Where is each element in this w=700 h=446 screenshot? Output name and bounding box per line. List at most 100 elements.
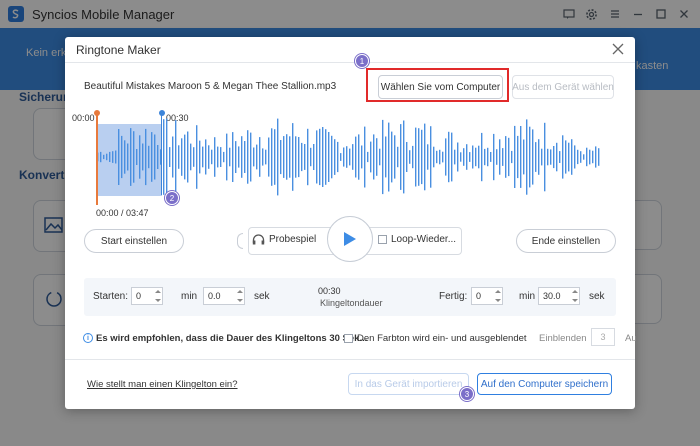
waveform-bar (361, 145, 363, 169)
dialog-title: Ringtone Maker (76, 43, 161, 57)
waveform-bar (508, 137, 510, 177)
waveform-bar (427, 144, 429, 170)
step-badge-2: 2 (165, 191, 179, 205)
info-row: i Es wird empfohlen, dass die Dauer des … (83, 328, 637, 347)
save-to-computer-button[interactable]: Auf den Computer speichern (477, 373, 612, 395)
play-button[interactable] (327, 216, 373, 262)
fade-in-label: Einblenden (539, 333, 587, 344)
waveform-bar (100, 151, 102, 163)
waveform-bar (421, 129, 423, 185)
waveform-bar (139, 135, 141, 179)
waveform-bar (475, 147, 477, 167)
control-edge (237, 233, 243, 249)
waveform-bar (391, 131, 393, 183)
waveform-bar (556, 142, 558, 172)
start-marker-cap[interactable] (94, 110, 100, 116)
loop-toggle[interactable]: Loop-Wieder... (378, 234, 456, 245)
choose-from-computer-button[interactable]: Wählen Sie vom Computer (378, 75, 503, 99)
waveform-bar (181, 138, 183, 176)
end-min-stepper[interactable] (495, 290, 501, 302)
set-end-button[interactable]: Ende einstellen (516, 229, 616, 253)
preview-label: Probespiel (269, 234, 317, 245)
waveform-bar (211, 149, 213, 165)
waveform-bar (274, 129, 276, 185)
waveform-bar (553, 146, 555, 169)
preview-play-control[interactable]: Probespiel (252, 234, 316, 245)
end-marker-cap[interactable] (159, 110, 165, 116)
end-sec-input[interactable]: 30.0 (538, 287, 580, 305)
waveform-bar (220, 147, 222, 167)
import-to-device-button[interactable]: In das Gerät importieren (348, 373, 469, 395)
waveform-bar (376, 138, 378, 176)
waveform-bar (118, 129, 120, 185)
waveform-bar (406, 142, 408, 172)
waveform-bar (259, 137, 261, 177)
waveform-bar (382, 119, 384, 195)
step-badge-1: 1 (355, 54, 369, 68)
waveform-bar (571, 139, 573, 175)
start-min-unit: min (181, 291, 198, 302)
waveform-bar (238, 146, 240, 168)
waveform-bar (205, 139, 207, 175)
waveform-bar (487, 147, 489, 167)
start-min-stepper[interactable] (155, 290, 161, 302)
waveform-bar (112, 151, 114, 163)
waveform-bar (529, 126, 531, 188)
waveform-bar (499, 139, 501, 175)
end-marker-handle[interactable] (161, 115, 162, 195)
waveform-bar (325, 129, 327, 185)
waveform-bar (457, 142, 459, 172)
waveform-bar (400, 124, 402, 190)
waveform-bar (592, 150, 594, 164)
audio-waveform[interactable] (93, 117, 605, 197)
end-min-input[interactable]: 0 (471, 287, 503, 305)
waveform-bar (460, 152, 462, 162)
start-min-input[interactable]: 0 (131, 287, 163, 305)
start-sec-stepper[interactable] (237, 290, 243, 302)
end-sec-stepper[interactable] (572, 290, 578, 302)
waveform-bar (103, 154, 105, 160)
waveform-bar (331, 135, 333, 179)
waveform-bar (346, 146, 348, 168)
waveform-bar (586, 147, 588, 167)
fade-in-input[interactable]: 3 (591, 328, 615, 346)
help-link[interactable]: Wie stellt man einen Klingelton ein? (87, 379, 238, 390)
loop-checkbox[interactable] (378, 235, 387, 244)
waveform-bar (127, 143, 129, 171)
end-sec-value: 30.0 (543, 291, 561, 301)
waveform-bar (295, 136, 297, 178)
start-min-value: 0 (136, 291, 142, 301)
start-marker-handle[interactable] (96, 115, 98, 205)
waveform-bar (535, 142, 537, 172)
waveform-bar (208, 145, 210, 169)
waveform-bar (583, 154, 585, 160)
waveform-bar (328, 132, 330, 182)
start-sec-value: 0.0 (208, 291, 221, 301)
set-start-button[interactable]: Start einstellen (84, 229, 184, 253)
waveform-bar (355, 136, 357, 178)
waveform-bar (235, 141, 237, 173)
fade-checkbox[interactable] (344, 334, 353, 343)
choose-from-device-button[interactable]: Aus dem Gerät wählen (512, 75, 614, 99)
waveform-bar (463, 148, 465, 166)
waveform-bar (502, 148, 504, 166)
waveform-bar (523, 139, 525, 175)
waveform-bar (157, 145, 159, 169)
waveform-bar (187, 131, 189, 183)
info-icon: i (83, 333, 93, 343)
close-dialog-icon[interactable] (611, 42, 625, 56)
waveform-bar (490, 152, 492, 162)
waveform-bar (394, 135, 396, 179)
waveform-bar (244, 141, 246, 173)
waveform-bar (178, 145, 180, 169)
waveform-bar (289, 136, 291, 178)
waveform-bar (292, 123, 294, 191)
waveform-bar (349, 148, 351, 166)
waveform-bar (598, 148, 600, 166)
waveform-bar (115, 150, 117, 164)
waveform-bar (202, 146, 204, 168)
waveform-bar (265, 149, 267, 165)
start-sec-input[interactable]: 0.0 (203, 287, 245, 305)
loop-label: Loop-Wieder... (391, 234, 457, 245)
waveform-bar (283, 136, 285, 178)
